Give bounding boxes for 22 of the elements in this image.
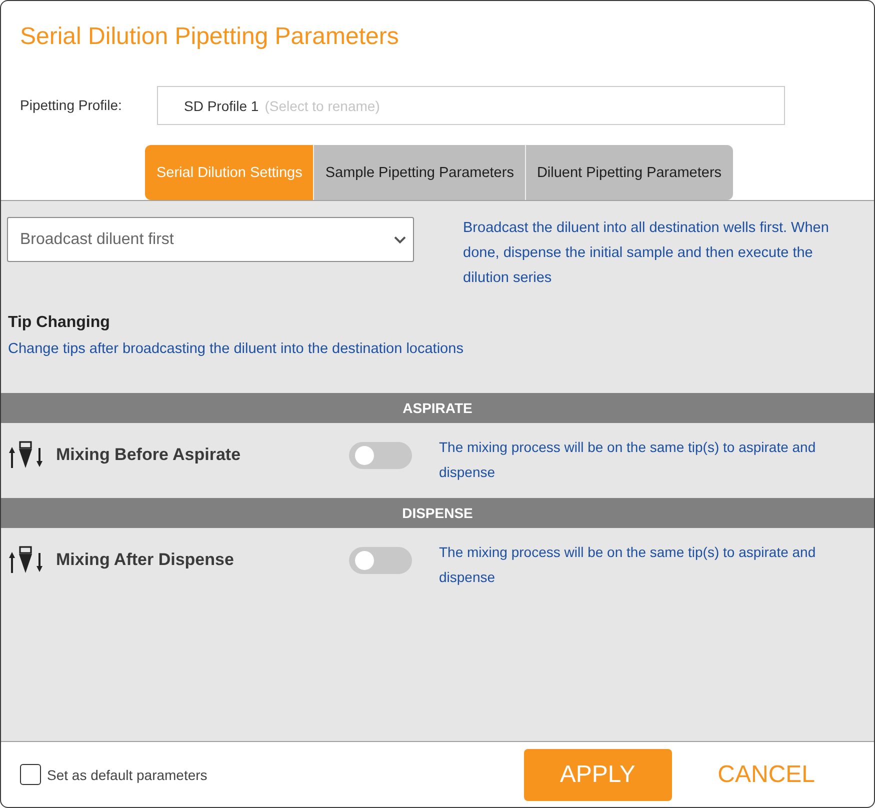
profile-label: Pipetting Profile:	[20, 96, 122, 112]
checkbox[interactable]	[20, 764, 41, 785]
option-label: Mixing After Dispense	[56, 549, 234, 571]
section-header: DISPENSE	[1, 498, 874, 528]
section-header: ASPIRATE	[1, 393, 874, 423]
toggle-switch[interactable]	[349, 547, 412, 574]
option-description: The mixing process will be on the same tip(s) to aspirate and dispense	[439, 438, 817, 482]
mode-description: Broadcast the diluent into all destination wells first. When done, dispense the initial sample and then execute the dilution series	[463, 219, 830, 288]
pipette-tip-arrows-icon	[9, 441, 43, 469]
chevron-down-icon	[394, 236, 406, 244]
tab[interactable]: Diluent Pipetting Parameters	[524, 145, 733, 200]
dialog-title: Serial Dilution Pipetting Parameters	[20, 22, 399, 52]
toggle-switch[interactable]	[349, 442, 412, 469]
option-label: Mixing Before Aspirate	[56, 444, 241, 466]
dilution-mode-dropdown[interactable]: Broadcast diluent first	[7, 217, 414, 262]
tab[interactable]: Sample Pipetting Parameters	[313, 145, 525, 200]
pipette-tip-arrows-icon	[9, 546, 43, 574]
option-description: The mixing process will be on the same tip(s) to aspirate and dispense	[439, 543, 817, 587]
tip-changing-description: Change tips after broadcasting the diluent into the destination locations	[8, 340, 464, 359]
profile-field[interactable]: SD Profile 1 (Select to rename)	[157, 86, 785, 125]
checkbox-label: Set as default parameters	[47, 766, 208, 782]
tip-changing-title: Tip Changing	[8, 313, 110, 333]
